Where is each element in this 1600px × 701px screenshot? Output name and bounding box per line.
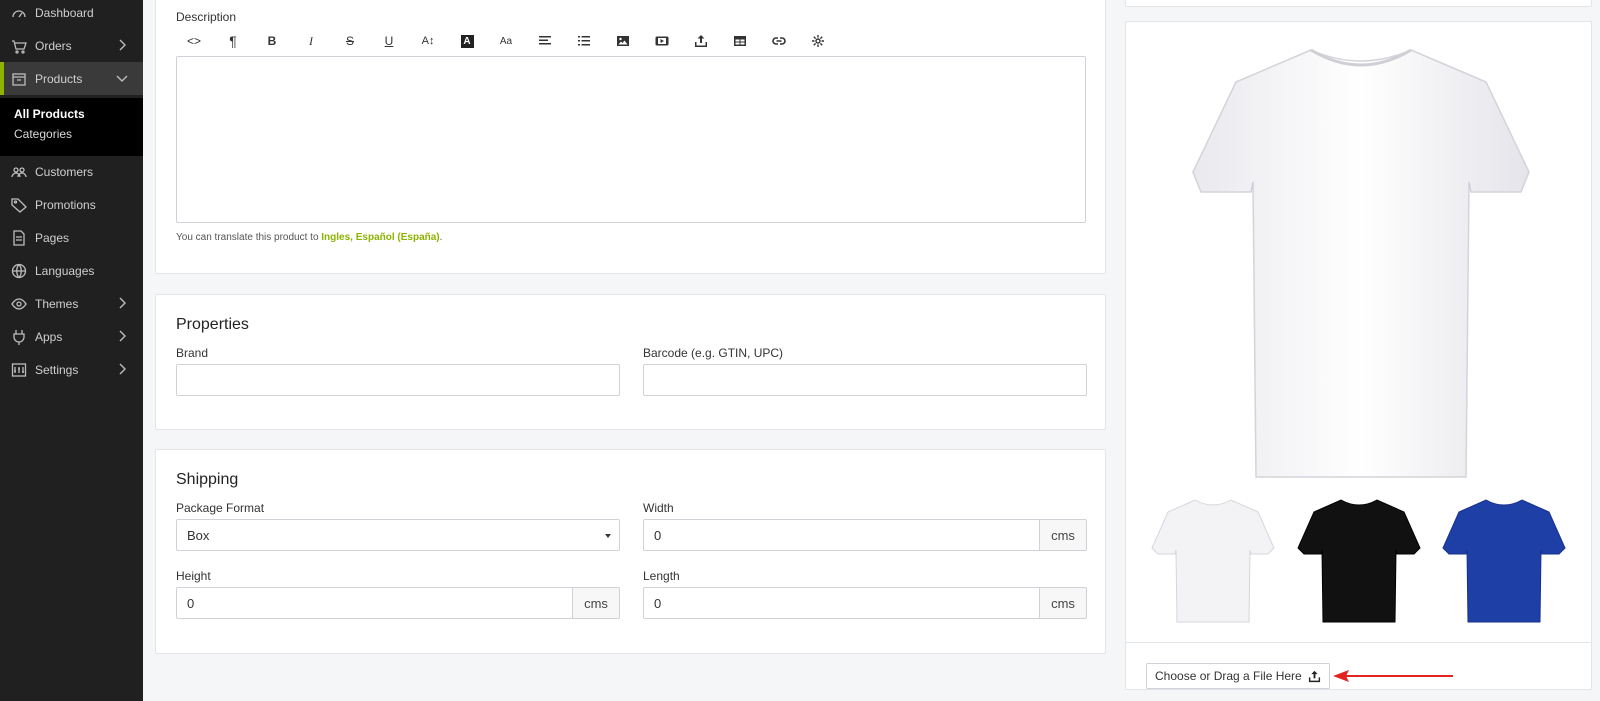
italic-icon[interactable]: I <box>301 33 321 49</box>
chevron-right-icon <box>115 329 129 343</box>
dashboard-icon <box>10 5 28 21</box>
strikethrough-icon[interactable]: S <box>340 33 360 49</box>
subnav-all-products[interactable]: All Products <box>14 107 85 121</box>
sidebar-item-label: Themes <box>35 296 79 311</box>
main-product-image[interactable] <box>1186 42 1536 482</box>
products-icon <box>10 71 28 87</box>
thumbnail-black[interactable] <box>1294 496 1424 626</box>
shipping-title: Shipping <box>176 471 239 488</box>
sidebar-item-label: Apps <box>35 329 63 344</box>
sidebar-item-label: Promotions <box>35 197 96 212</box>
sidebar-item-customers[interactable]: Customers <box>0 155 143 188</box>
chevron-right-icon <box>115 38 129 52</box>
height-unit: cms <box>573 587 620 619</box>
bold-icon[interactable]: B <box>262 33 282 49</box>
underline-icon[interactable]: U <box>379 33 399 49</box>
products-subnav: All Products Categories <box>0 98 143 156</box>
font-size-icon[interactable]: A↕ <box>418 33 438 49</box>
sidebar: Dashboard Orders Products All Products C… <box>0 0 143 701</box>
width-label: Width <box>643 501 674 515</box>
previous-card-bottom <box>1125 0 1592 7</box>
align-icon[interactable] <box>535 33 555 49</box>
choose-file-button[interactable]: Choose or Drag a File Here <box>1146 663 1330 689</box>
font-color-glyph: A <box>460 34 474 48</box>
upload-area: Choose or Drag a File Here <box>1126 643 1591 691</box>
chevron-right-icon <box>115 362 129 376</box>
sidebar-item-label: Languages <box>35 263 95 278</box>
code-view-icon[interactable]: <> <box>184 33 204 49</box>
red-arrow-annotation <box>1333 670 1453 682</box>
font-family-icon[interactable]: Aa <box>496 33 516 49</box>
package-format-label: Package Format <box>176 501 265 515</box>
caret-down-icon <box>605 534 611 538</box>
height-input[interactable]: 0 <box>176 587 573 619</box>
description-card: Description <> ¶ B I S U A↕ A Aa You can… <box>155 0 1106 274</box>
sidebar-item-label: Settings <box>35 362 79 377</box>
plug-icon <box>10 329 28 345</box>
orders-icon <box>10 38 28 54</box>
sidebar-item-label: Dashboard <box>35 5 94 20</box>
page-icon <box>10 229 28 246</box>
choose-file-label: Choose or Drag a File Here <box>1155 669 1302 683</box>
length-label: Length <box>643 569 680 583</box>
height-label: Height <box>176 569 211 583</box>
description-editor[interactable] <box>176 56 1086 223</box>
properties-title: Properties <box>176 316 249 333</box>
chevron-right-icon <box>115 296 129 310</box>
translate-prefix: You can translate this product to <box>176 232 322 243</box>
sidebar-item-label: Customers <box>35 164 94 179</box>
barcode-input[interactable] <box>643 364 1087 396</box>
link-icon[interactable] <box>769 33 789 49</box>
width-unit: cms <box>1040 519 1087 551</box>
list-icon[interactable] <box>574 33 594 49</box>
sidebar-item-label: Pages <box>35 230 70 245</box>
tag-icon <box>10 197 28 213</box>
brand-input[interactable] <box>176 364 620 396</box>
sidebar-item-themes[interactable]: Themes <box>0 287 143 320</box>
customers-icon <box>10 164 28 180</box>
video-icon[interactable] <box>652 33 672 49</box>
description-label: Description <box>176 10 237 24</box>
thumbnail-white[interactable] <box>1148 496 1278 626</box>
special-char-icon[interactable] <box>808 33 828 49</box>
table-icon[interactable] <box>730 33 750 49</box>
translate-note: You can translate this product to Ingles… <box>176 232 442 243</box>
sidebar-item-pages[interactable]: Pages <box>0 221 143 254</box>
images-card: Choose or Drag a File Here <box>1125 21 1592 690</box>
brand-label: Brand <box>176 346 209 360</box>
font-color-icon[interactable]: A <box>457 33 477 49</box>
image-icon[interactable] <box>613 33 633 49</box>
sidebar-item-apps[interactable]: Apps <box>0 320 143 353</box>
sidebar-item-orders[interactable]: Orders <box>0 29 143 62</box>
thumbnail-blue[interactable] <box>1439 496 1569 626</box>
shipping-card: Shipping Package Format Box Width 0 cms … <box>155 449 1106 654</box>
eye-icon <box>10 296 28 312</box>
paragraph-icon[interactable]: ¶ <box>223 33 243 49</box>
globe-icon <box>10 263 28 279</box>
sidebar-item-promotions[interactable]: Promotions <box>0 188 143 221</box>
upload-icon <box>1308 670 1320 682</box>
sidebar-item-products[interactable]: Products <box>0 62 143 95</box>
upload-icon[interactable] <box>691 33 711 49</box>
sidebar-item-languages[interactable]: Languages <box>0 254 143 287</box>
settings-icon <box>10 362 28 378</box>
properties-card: Properties Brand Barcode (e.g. GTIN, UPC… <box>155 294 1106 430</box>
width-input[interactable]: 0 <box>643 519 1040 551</box>
chevron-down-icon <box>115 71 129 85</box>
sidebar-item-dashboard[interactable]: Dashboard <box>0 0 143 29</box>
length-input[interactable]: 0 <box>643 587 1040 619</box>
sidebar-item-label: Orders <box>35 38 72 53</box>
subnav-categories[interactable]: Categories <box>14 127 72 141</box>
length-unit: cms <box>1040 587 1087 619</box>
translate-links[interactable]: Ingles, Español (España) <box>321 232 439 243</box>
sidebar-item-label: Products <box>35 71 83 86</box>
package-format-select[interactable]: Box <box>176 519 620 551</box>
package-format-value: Box <box>187 527 210 543</box>
sidebar-item-settings[interactable]: Settings <box>0 353 143 386</box>
translate-suffix: . <box>439 232 443 243</box>
barcode-label: Barcode (e.g. GTIN, UPC) <box>643 346 784 360</box>
